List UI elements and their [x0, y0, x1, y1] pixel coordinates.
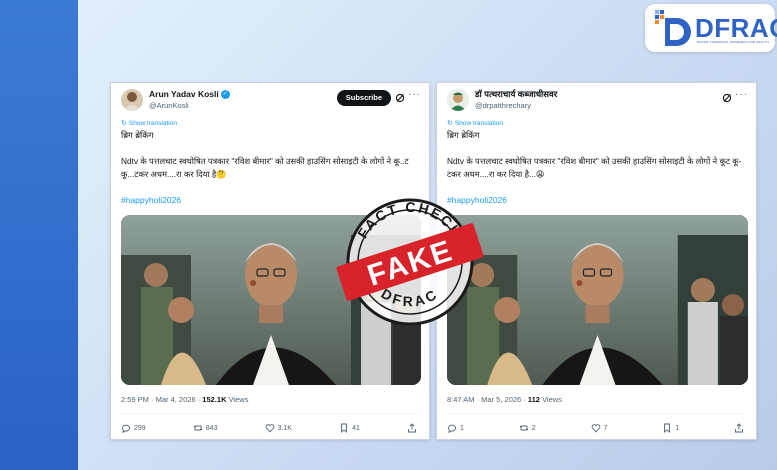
bookmark-count: 1: [675, 424, 680, 432]
tweet-timestamp: 2:59 PM · Mar 4, 2026 · 152.1K Views: [121, 395, 248, 404]
fact-check-fake-stamp: FACT CHECK DFRAC FAKE: [336, 198, 484, 326]
like-button[interactable]: 7: [591, 423, 608, 433]
repost-button[interactable]: 2: [519, 423, 536, 433]
translate-icon: ↻: [447, 120, 453, 127]
share-button[interactable]: [734, 423, 744, 433]
bookmark-button[interactable]: 1: [662, 423, 679, 433]
tweet-body: Ndtv के पत्तलचाट स्वघोषित पत्रकार "रविश …: [121, 156, 409, 179]
reply-icon: [448, 424, 456, 433]
more-options-icon[interactable]: ···: [408, 89, 421, 100]
bookmark-icon: [341, 423, 348, 433]
heart-icon: [265, 424, 274, 433]
view-count: 152.1K: [202, 395, 227, 404]
repost-icon: [193, 425, 203, 431]
reply-button[interactable]: 299: [121, 423, 146, 433]
avatar[interactable]: [447, 89, 469, 111]
reply-button[interactable]: 1: [447, 423, 464, 433]
bookmark-icon: [664, 423, 671, 433]
user-handle[interactable]: @drpatthrechary: [475, 101, 531, 110]
repost-button[interactable]: 843: [193, 423, 218, 433]
repost-icon: [519, 425, 529, 431]
tweet-header: Arun Yadav Kosli ✓ @ArunKosli Subscribe …: [121, 87, 421, 117]
repost-count: 843: [205, 424, 218, 432]
views-label: Views: [539, 395, 562, 404]
avatar[interactable]: [121, 89, 143, 111]
share-icon: [735, 423, 743, 433]
bookmark-count: 41: [352, 424, 360, 432]
translate-icon: ↻: [121, 120, 127, 127]
user-handle[interactable]: @ArunKosli: [149, 101, 189, 110]
reply-icon: [122, 424, 130, 433]
view-count: 112: [527, 395, 540, 404]
bookmark-button[interactable]: 41: [339, 423, 360, 433]
tweet-headline: ब्रिग ब्रेकिंग: [121, 130, 154, 140]
display-name[interactable]: Arun Yadav Kosli ✓: [149, 89, 230, 99]
like-count: 7: [603, 424, 608, 432]
show-translation-label: Show translation: [128, 119, 177, 127]
like-count: 3.1K: [277, 424, 292, 432]
divider: [447, 413, 746, 414]
share-button[interactable]: [407, 423, 417, 433]
subscribe-button[interactable]: Subscribe: [336, 90, 391, 106]
tweet-actions: 1 2 7 1: [447, 421, 744, 435]
display-name-text: डॉ पत्थराचार्य कब्जाधीसवर: [475, 89, 558, 99]
reply-count: 299: [134, 424, 146, 432]
reply-count: 1: [460, 424, 464, 432]
more-options-icon[interactable]: ···: [735, 89, 748, 100]
tweet-actions: 299 843 3.1K 41: [121, 421, 417, 435]
show-translation-link[interactable]: ↻ Show translation: [447, 119, 503, 128]
tweet-header: डॉ पत्थराचार्य कब्जाधीसवर @drpatthrechar…: [447, 87, 748, 117]
like-button[interactable]: 3.1K: [265, 423, 292, 433]
divider: [121, 413, 419, 414]
display-name[interactable]: डॉ पत्थराचार्य कब्जाधीसवर: [475, 89, 557, 100]
display-name-text: Arun Yadav Kosli: [149, 89, 219, 99]
share-icon: [408, 423, 416, 433]
grok-icon[interactable]: [722, 93, 732, 103]
verified-badge-icon: ✓: [220, 89, 230, 99]
left-color-band: [0, 0, 78, 470]
tweet-headline: ब्रिग ब्रेकिंग: [447, 130, 480, 140]
show-translation-label: Show translation: [454, 119, 503, 127]
views-label: Views: [226, 395, 249, 404]
heart-icon: [591, 424, 600, 433]
grok-icon[interactable]: [395, 93, 405, 103]
repost-count: 2: [531, 424, 536, 432]
timestamp-text: 2:59 PM · Mar 4, 2026 ·: [121, 395, 203, 404]
brand-name: DFRAC: [695, 13, 777, 43]
tweet-timestamp: 8:47 AM · Mar 5, 2026 · 112 Views: [447, 395, 562, 404]
show-translation-link[interactable]: ↻ Show translation: [121, 119, 177, 128]
timestamp-text: 8:47 AM · Mar 5, 2026 ·: [447, 395, 528, 404]
tweet-body: Ndtv के पत्तलचाट स्वघोषित पत्रकार "रविश …: [447, 156, 742, 179]
dfrac-logo-icon: [653, 8, 693, 48]
brand-tagline: DIGITAL FORENSICS, RESEARCH AND ANALYTIC…: [697, 40, 769, 44]
tweet-photo[interactable]: [447, 215, 748, 385]
hashtag-link[interactable]: #happyholi2026: [121, 195, 181, 205]
dfrac-logo: DFRAC DIGITAL FORENSICS, RESEARCH AND AN…: [645, 4, 777, 52]
